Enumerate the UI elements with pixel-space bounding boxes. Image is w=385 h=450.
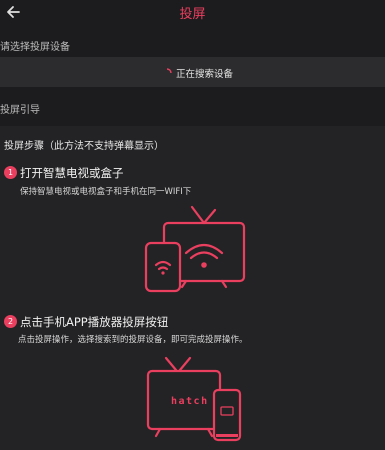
step-2-title: 点击手机APP播放器投屏按钮 <box>20 315 169 329</box>
tv-antenna-icon <box>190 205 217 225</box>
step-1-badge: 1 <box>4 166 17 179</box>
step-2-desc: 点击投屏操作，选择搜索到的投屏设备，即可完成投屏操作。 <box>18 335 248 345</box>
step-1-desc: 保持智慧电视或电视盒子和手机在同一WIFI下 <box>20 187 192 197</box>
tv-antenna-icon <box>164 356 192 372</box>
steps-heading: 投屏步骤（此方法不支持弹幕显示） <box>4 141 164 152</box>
loading-spinner-icon <box>166 68 172 74</box>
select-device-label: 请选择投屏设备 <box>0 42 70 53</box>
searching-status: 正在搜索设备 <box>162 66 233 80</box>
tv-phone-cast-illustration: hatch <box>146 356 242 442</box>
top-bar: 投屏 <box>0 0 385 26</box>
step-1-title: 打开智慧电视或盒子 <box>20 166 124 180</box>
guide-label: 投屏引导 <box>0 105 40 116</box>
wifi-icon <box>184 243 224 260</box>
page-title: 投屏 <box>179 7 206 22</box>
searching-status-text: 正在搜索设备 <box>176 69 234 80</box>
tv-screen-text: hatch <box>171 396 209 407</box>
tv-phone-wifi-illustration <box>144 205 246 293</box>
step-2-badge: 2 <box>4 315 17 328</box>
